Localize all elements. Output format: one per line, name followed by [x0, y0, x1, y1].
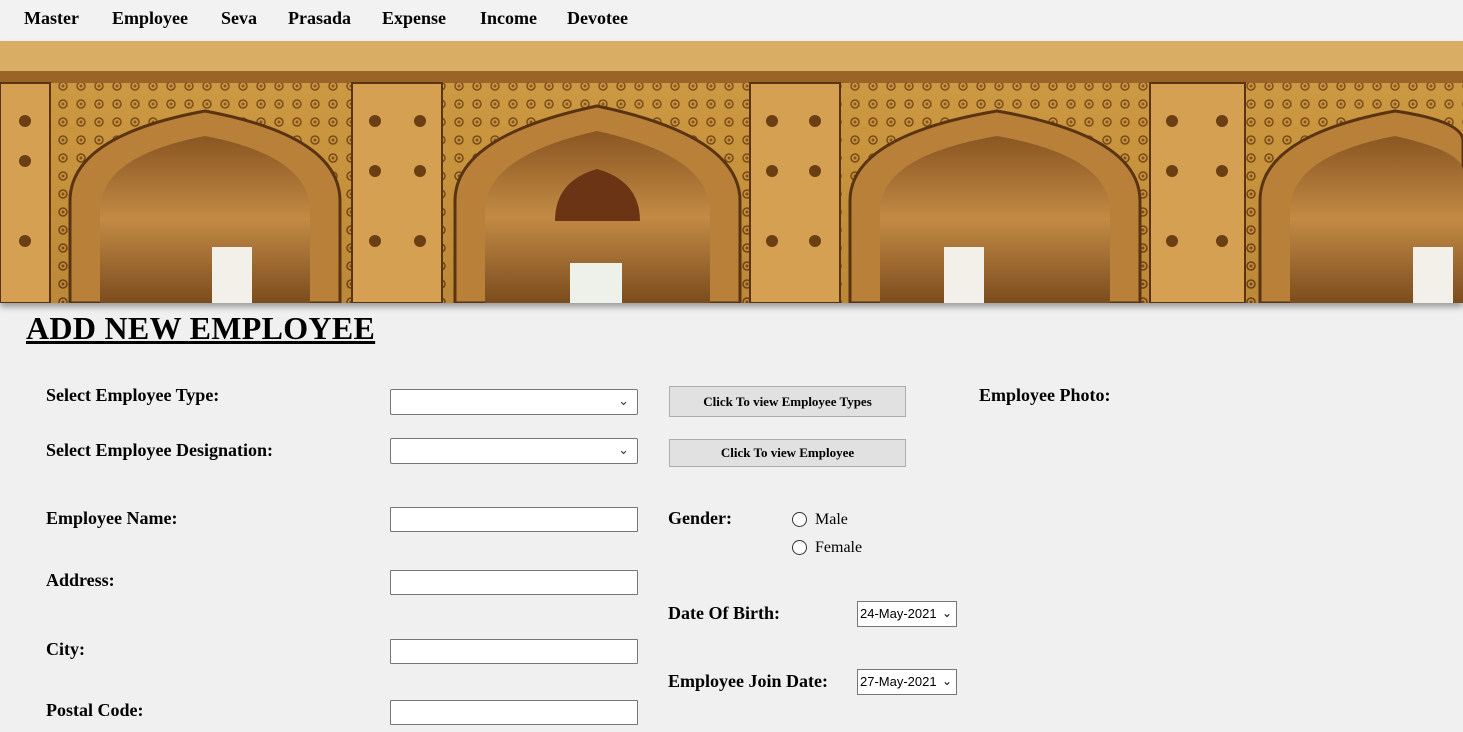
gender-female-label: Female: [815, 539, 863, 556]
page-title: ADD NEW EMPLOYEE: [26, 310, 376, 346]
menu-employee[interactable]: Employee: [112, 8, 188, 29]
gender-female-radio[interactable]: [792, 540, 807, 555]
postal-code-label: Postal Code:: [46, 700, 144, 720]
city-label: City:: [46, 639, 85, 659]
address-label: Address:: [46, 570, 115, 590]
chevron-down-icon: ⌄: [618, 394, 629, 409]
join-date-picker[interactable]: 27-May-2021 ⌄: [857, 669, 957, 695]
menu-income[interactable]: Income: [480, 8, 537, 29]
date-of-birth-picker[interactable]: 24-May-2021 ⌄: [857, 601, 957, 627]
chevron-down-icon: ⌄: [618, 443, 629, 458]
employee-type-select[interactable]: ⌄: [390, 389, 638, 415]
header-banner-image: [0, 41, 1463, 303]
employee-photo-label: Employee Photo:: [979, 385, 1111, 405]
postal-code-input[interactable]: [390, 700, 638, 725]
gender-label: Gender:: [668, 508, 732, 528]
menu-seva[interactable]: Seva: [221, 8, 257, 29]
employee-name-label: Employee Name:: [46, 508, 178, 528]
designation-select[interactable]: ⌄: [390, 438, 638, 464]
chevron-down-icon: ⌄: [941, 606, 952, 620]
chevron-down-icon: ⌄: [941, 674, 952, 688]
gender-male-radio[interactable]: [792, 512, 807, 527]
employee-type-label: Select Employee Type:: [46, 385, 220, 405]
date-of-birth-label: Date Of Birth:: [668, 603, 780, 623]
menu-expense[interactable]: Expense: [382, 8, 446, 29]
top-menu: Master Employee Seva Prasada Expense Inc…: [0, 0, 1463, 41]
menu-devotee[interactable]: Devotee: [567, 8, 628, 29]
menu-master[interactable]: Master: [24, 8, 79, 29]
gender-male-label: Male: [815, 511, 848, 528]
menu-prasada[interactable]: Prasada: [288, 8, 351, 29]
palace-arches-image: [0, 41, 1463, 303]
designation-label: Select Employee Designation:: [46, 440, 273, 460]
join-date-label: Employee Join Date:: [668, 671, 828, 691]
address-input[interactable]: [390, 570, 638, 595]
city-input[interactable]: [390, 639, 638, 664]
employee-name-input[interactable]: [390, 507, 638, 532]
view-employee-types-button[interactable]: Click To view Employee Types: [669, 386, 906, 417]
view-employee-button[interactable]: Click To view Employee: [669, 439, 906, 467]
